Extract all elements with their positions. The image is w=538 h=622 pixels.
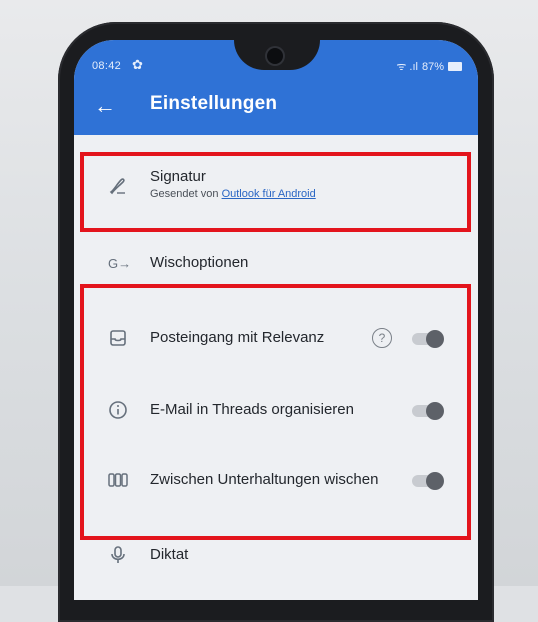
setting-row-dictation[interactable]: Diktat	[74, 540, 478, 580]
page-title: Einstellungen	[150, 93, 278, 114]
highlight-box-toggles	[80, 284, 471, 540]
battery-level: 87%	[421, 60, 444, 73]
camera-icon	[267, 48, 283, 64]
setting-label-swipe: Wischoptionen	[150, 254, 249, 271]
highlight-box-signature	[80, 152, 471, 232]
arrow-left-icon[interactable]: ←	[94, 94, 118, 118]
status-indicators: ᯤ .ıl 87%	[396, 59, 462, 74]
status-time: 08:42	[92, 60, 122, 72]
battery-icon	[448, 62, 462, 71]
microphone-icon	[108, 545, 128, 565]
setting-row-swipe-options[interactable]: G→ Wischoptionen	[74, 240, 478, 290]
setting-label-dictation: Diktat	[150, 546, 189, 563]
swipe-arrow-icon: G→	[108, 256, 132, 271]
signal-icon: ᯤ .ıl	[396, 61, 418, 73]
gear-icon: ✿	[132, 57, 143, 72]
